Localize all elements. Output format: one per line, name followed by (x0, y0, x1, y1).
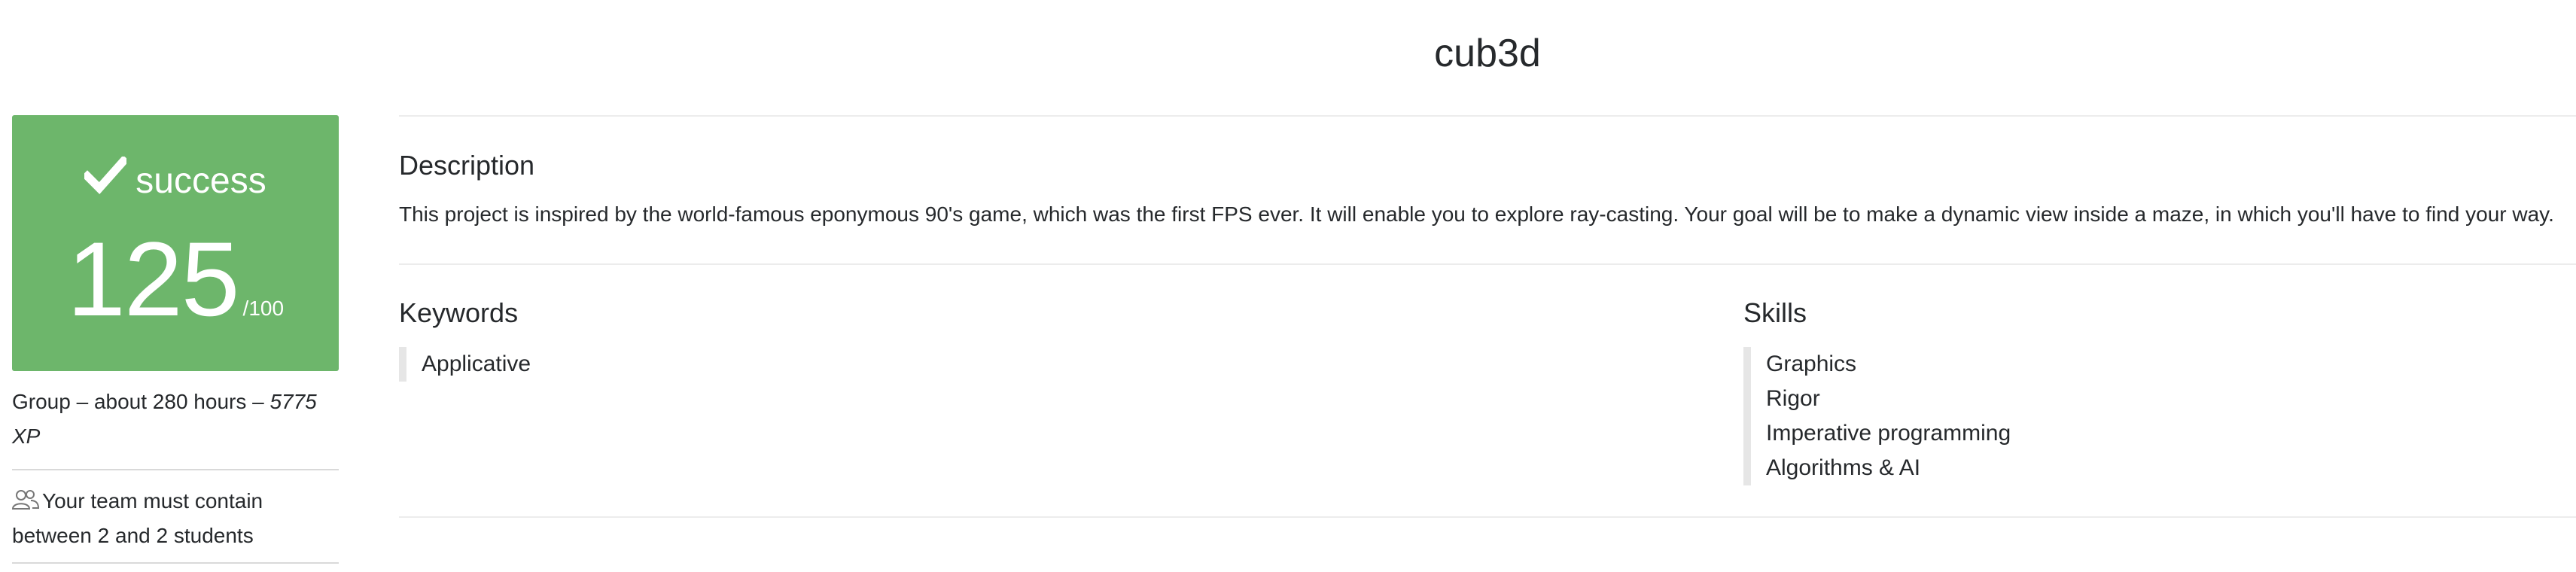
project-title: cub3d (1434, 32, 1541, 75)
users-icon (12, 490, 39, 510)
status-label: success (135, 161, 266, 201)
group-info: Group – about 280 hours – 5775 XP (12, 385, 339, 470)
score-card: success 125/100 (12, 115, 339, 371)
team-info: Your team must contain between 2 and 2 s… (12, 470, 339, 564)
skill-item: Algorithms & AI (1766, 455, 1921, 480)
skills-list: Graphics Rigor Imperative programming Al… (1743, 347, 2011, 485)
team-size-text: Your team must contain between 2 and 2 s… (12, 489, 263, 547)
group-duration-text: Group – about 280 hours – (12, 390, 270, 413)
description-heading: Description (399, 150, 535, 181)
keywords-heading: Keywords (399, 297, 519, 328)
skills-heading: Skills (1743, 297, 1807, 328)
keyword-item: Applicative (422, 351, 531, 376)
header-divider (399, 115, 2576, 117)
bottom-divider (399, 516, 2576, 518)
score-max: /100 (242, 297, 285, 320)
keywords-list: Applicative (399, 347, 531, 382)
skill-item: Graphics (1766, 351, 1857, 376)
description-divider (399, 263, 2576, 265)
skill-item: Imperative programming (1766, 421, 2011, 446)
check-icon (84, 157, 127, 194)
project-page: success 125/100 Group – about 280 hours … (0, 0, 2576, 572)
score-value: 125 (66, 220, 240, 338)
score-row: 125/100 (12, 227, 339, 332)
project-sidebar: success 125/100 Group – about 280 hours … (12, 115, 339, 564)
status-row: success (12, 157, 339, 204)
skill-item: Rigor (1766, 386, 1820, 411)
description-text: This project is inspired by the world-fa… (399, 202, 2554, 226)
